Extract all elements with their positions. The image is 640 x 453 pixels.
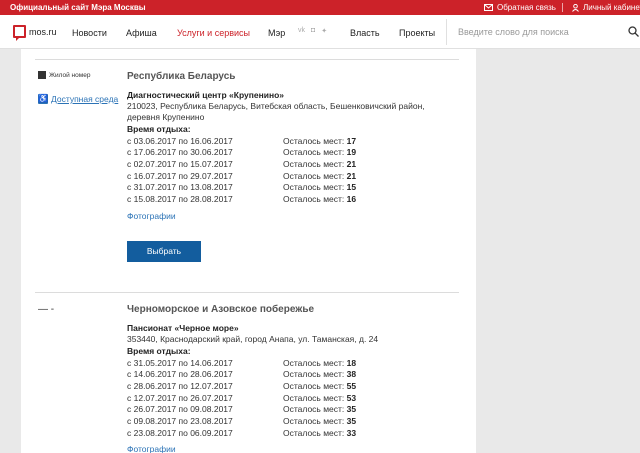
site-title[interactable]: Официальный сайт Мэра Москвы	[10, 3, 146, 12]
period-row: с 14.06.2017 по 28.06.2017 Осталось мест:…	[127, 369, 357, 379]
nav-divider	[446, 19, 447, 45]
main-nav: mos.ru Новости Афиша Услуги и сервисы Мэ…	[0, 15, 640, 49]
center-name: Пансионат «Черное море»	[127, 323, 239, 333]
nav-item-projects[interactable]: Проекты	[399, 28, 435, 38]
cabinet-label: Личный кабинет	[583, 3, 640, 12]
period-row: с 28.06.2017 по 12.07.2017 Осталось мест:…	[127, 381, 357, 391]
feedback-link[interactable]: Обратная связь	[484, 3, 556, 12]
topbar-divider	[562, 3, 563, 12]
period-row: с 23.08.2017 по 06.09.2017 Осталось мест:…	[127, 428, 357, 438]
period-row: с 03.06.2017 по 16.06.2017 Осталось мест:…	[127, 136, 357, 146]
divider-middle	[35, 292, 459, 293]
cabinet-link[interactable]: Личный кабинет	[572, 3, 640, 12]
period-row: с 15.08.2017 по 28.08.2017 Осталось мест:…	[127, 194, 357, 204]
nav-item-services[interactable]: Услуги и сервисы	[177, 28, 250, 38]
search-input[interactable]: Введите слово для поиска	[458, 27, 569, 37]
nav-item-afisha[interactable]: Афиша	[126, 28, 157, 38]
feedback-label: Обратная связь	[497, 3, 556, 12]
period-row: с 09.08.2017 по 23.08.2017 Осталось мест:…	[127, 416, 357, 426]
logo-icon	[13, 25, 26, 41]
top-bar: Официальный сайт Мэра Москвы Обратная св…	[0, 0, 640, 15]
vk-icon[interactable]: vk	[298, 27, 305, 35]
photos-link[interactable]: Фотографии	[127, 444, 176, 453]
divider-top	[35, 59, 459, 60]
logo-text: mos.ru	[29, 26, 57, 37]
period-row: с 26.07.2017 по 09.08.2017 Осталось мест:…	[127, 404, 357, 414]
period-label: Время отдыха:	[127, 346, 191, 356]
center-address: 210023, Республика Беларусь, Витебская о…	[127, 101, 425, 122]
nav-item-mayor[interactable]: Мэр	[268, 28, 285, 38]
period-row: с 12.07.2017 по 26.07.2017 Осталось мест:…	[127, 393, 357, 403]
room-type-dash: — -	[38, 304, 55, 315]
nav-item-news[interactable]: Новости	[72, 28, 107, 38]
period-row: с 17.06.2017 по 30.06.2017 Осталось мест:…	[127, 147, 357, 157]
select-button[interactable]: Выбрать	[127, 241, 201, 262]
accessible-environment-link[interactable]: ♿ Доступная среда	[38, 94, 118, 104]
period-row: с 16.07.2017 по 29.07.2017 Осталось мест:…	[127, 171, 357, 181]
center-address: 353440, Краснодарский край, город Анапа,…	[127, 334, 379, 344]
instagram-icon[interactable]: ◘	[311, 27, 315, 35]
user-icon	[572, 3, 579, 12]
center-name: Диагностический центр «Крупенино»	[127, 90, 285, 100]
content-panel: Жилой номер ♿ Доступная среда Республика…	[21, 49, 476, 453]
period-row: с 31.05.2017 по 14.06.2017 Осталось мест:…	[127, 358, 357, 368]
period-row: с 02.07.2017 по 15.07.2017 Осталось мест:…	[127, 159, 357, 169]
search-icon[interactable]	[628, 26, 639, 37]
nav-item-power[interactable]: Власть	[350, 28, 380, 38]
region-title: Республика Беларусь	[127, 71, 236, 82]
period-row: с 31.07.2017 по 13.08.2017 Осталось мест:…	[127, 182, 357, 192]
envelope-icon	[484, 4, 493, 11]
social-links: vk ◘ ✦	[298, 27, 327, 35]
wheelchair-icon: ♿	[38, 94, 48, 104]
photos-link[interactable]: Фотографии	[127, 211, 176, 221]
region-title: Черноморское и Азовское побережье	[127, 304, 315, 315]
twitter-icon[interactable]: ✦	[321, 27, 327, 35]
period-label: Время отдыха:	[127, 124, 191, 134]
room-icon	[38, 71, 46, 79]
mos-logo[interactable]: mos.ru	[13, 25, 57, 41]
housing-label: Жилой номер	[38, 71, 90, 79]
